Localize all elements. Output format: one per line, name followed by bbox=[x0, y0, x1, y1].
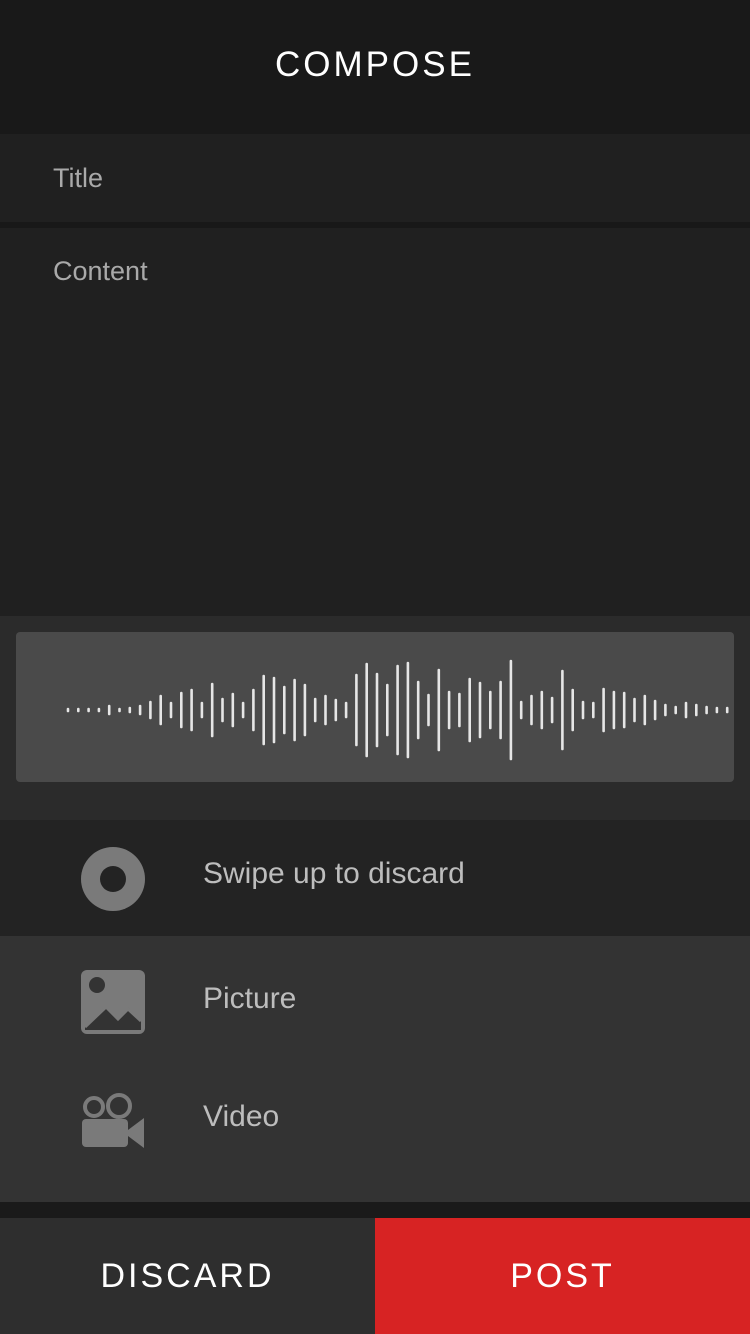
record-icon bbox=[81, 847, 145, 911]
waveform-panel bbox=[16, 632, 734, 782]
title-input[interactable]: Title bbox=[0, 134, 750, 222]
divider bbox=[0, 1202, 750, 1218]
attach-picture-label: Picture bbox=[203, 982, 297, 1015]
attach-video-row[interactable]: Video bbox=[0, 1062, 750, 1182]
swipe-discard-row[interactable]: Swipe up to discard bbox=[0, 820, 750, 936]
page-title: COMPOSE bbox=[275, 45, 475, 84]
video-camera-icon bbox=[82, 1093, 144, 1148]
attach-video-label: Video bbox=[203, 1100, 280, 1133]
header: COMPOSE bbox=[0, 0, 750, 134]
action-bar: DISCARD POST bbox=[0, 1218, 750, 1334]
content-input[interactable]: Content bbox=[0, 228, 750, 616]
title-placeholder: Title bbox=[53, 162, 104, 193]
discard-button[interactable]: DISCARD bbox=[0, 1218, 375, 1334]
post-button[interactable]: POST bbox=[375, 1218, 750, 1334]
content-placeholder: Content bbox=[53, 256, 148, 286]
attach-picture-row[interactable]: Picture bbox=[0, 936, 750, 1062]
waveform-graphic bbox=[66, 659, 729, 761]
audio-recorder bbox=[0, 616, 750, 820]
swipe-discard-label: Swipe up to discard bbox=[203, 857, 465, 890]
image-icon bbox=[81, 970, 145, 1034]
